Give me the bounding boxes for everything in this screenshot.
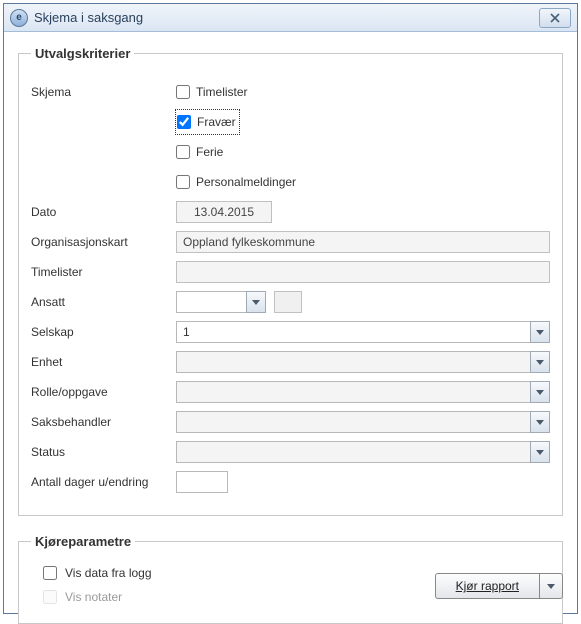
label-dato: Dato [31,205,176,219]
utvalgskriterier-group: Utvalgskriterier Skjema Timelister Fravæ… [18,46,563,516]
dialog-window: e Skjema i saksgang Utvalgskriterier Skj… [3,3,578,614]
checkbox-timelister-label: Timelister [196,85,248,99]
checkbox-ferie[interactable]: Ferie [176,141,223,163]
checkbox-timelister[interactable]: Timelister [176,81,248,103]
run-report-split-button: Kjør rapport [435,573,563,599]
label-antall: Antall dager u/endring [31,475,176,489]
enhet-input[interactable] [176,351,530,373]
status-dropdown-button[interactable] [530,441,550,463]
rolle-dropdown-button[interactable] [530,381,550,403]
dato-field[interactable]: 13.04.2015 [176,201,272,223]
checkbox-vis-notater [43,590,57,604]
label-ansatt: Ansatt [31,295,176,309]
label-orgkart: Organisasjonskart [31,235,176,249]
label-rolle: Rolle/oppgave [31,385,176,399]
selskap-combo[interactable]: 1 [176,321,550,343]
ansatt-dropdown-button[interactable] [246,291,266,313]
run-report-label: Kjør rapport [456,579,519,593]
checkbox-ferie-label: Ferie [196,145,223,159]
checkbox-timelister-input[interactable] [176,85,190,99]
run-report-dropdown-button[interactable] [539,573,563,599]
label-saksbehandler: Saksbehandler [31,415,176,429]
checkbox-vis-logg-label: Vis data fra logg [65,566,152,580]
client-area: Utvalgskriterier Skjema Timelister Fravæ… [4,32,577,613]
app-icon: e [10,9,28,27]
chevron-down-icon [536,360,544,365]
chevron-down-icon [547,584,555,589]
enhet-dropdown-button[interactable] [530,351,550,373]
chevron-down-icon [536,450,544,455]
saksbehandler-combo[interactable] [176,411,550,433]
selskap-dropdown-button[interactable] [530,321,550,343]
title-bar: e Skjema i saksgang [4,4,577,32]
kjoreparametre-legend: Kjøreparametre [31,534,135,549]
label-status: Status [31,445,176,459]
ansatt-aux-display [274,291,302,313]
window-title: Skjema i saksgang [34,10,539,25]
orgkart-field[interactable]: Oppland fylkeskommune [176,231,550,253]
checkbox-personalmeldinger[interactable]: Personalmeldinger [176,171,296,193]
label-enhet: Enhet [31,355,176,369]
utvalgskriterier-legend: Utvalgskriterier [31,46,134,61]
status-input[interactable] [176,441,530,463]
checkbox-fravaer[interactable]: Fravær [176,110,239,134]
label-selskap: Selskap [31,325,176,339]
saksbehandler-input[interactable] [176,411,530,433]
close-button[interactable] [539,8,571,28]
checkbox-vis-notater-label: Vis notater [65,590,122,604]
saksbehandler-dropdown-button[interactable] [530,411,550,433]
chevron-down-icon [536,330,544,335]
checkbox-personalmeldinger-input[interactable] [176,175,190,189]
checkbox-fravaer-input[interactable] [177,115,191,129]
checkbox-ferie-input[interactable] [176,145,190,159]
status-combo[interactable] [176,441,550,463]
antall-input[interactable] [176,471,228,493]
enhet-combo[interactable] [176,351,550,373]
close-icon [549,13,561,23]
checkbox-personalmeldinger-label: Personalmeldinger [196,175,296,189]
chevron-down-icon [536,420,544,425]
ansatt-input[interactable] [176,291,246,313]
selskap-input[interactable]: 1 [176,321,530,343]
label-skjema: Skjema [31,85,176,99]
chevron-down-icon [536,390,544,395]
run-report-button[interactable]: Kjør rapport [435,573,539,599]
checkbox-vis-logg[interactable] [43,566,57,580]
ansatt-combo[interactable] [176,291,266,313]
action-bar: Kjør rapport [435,573,563,599]
timelister-field[interactable] [176,261,550,283]
rolle-input[interactable] [176,381,530,403]
chevron-down-icon [252,300,260,305]
rolle-combo[interactable] [176,381,550,403]
checkbox-fravaer-label: Fravær [197,115,236,129]
label-timelister: Timelister [31,265,176,279]
